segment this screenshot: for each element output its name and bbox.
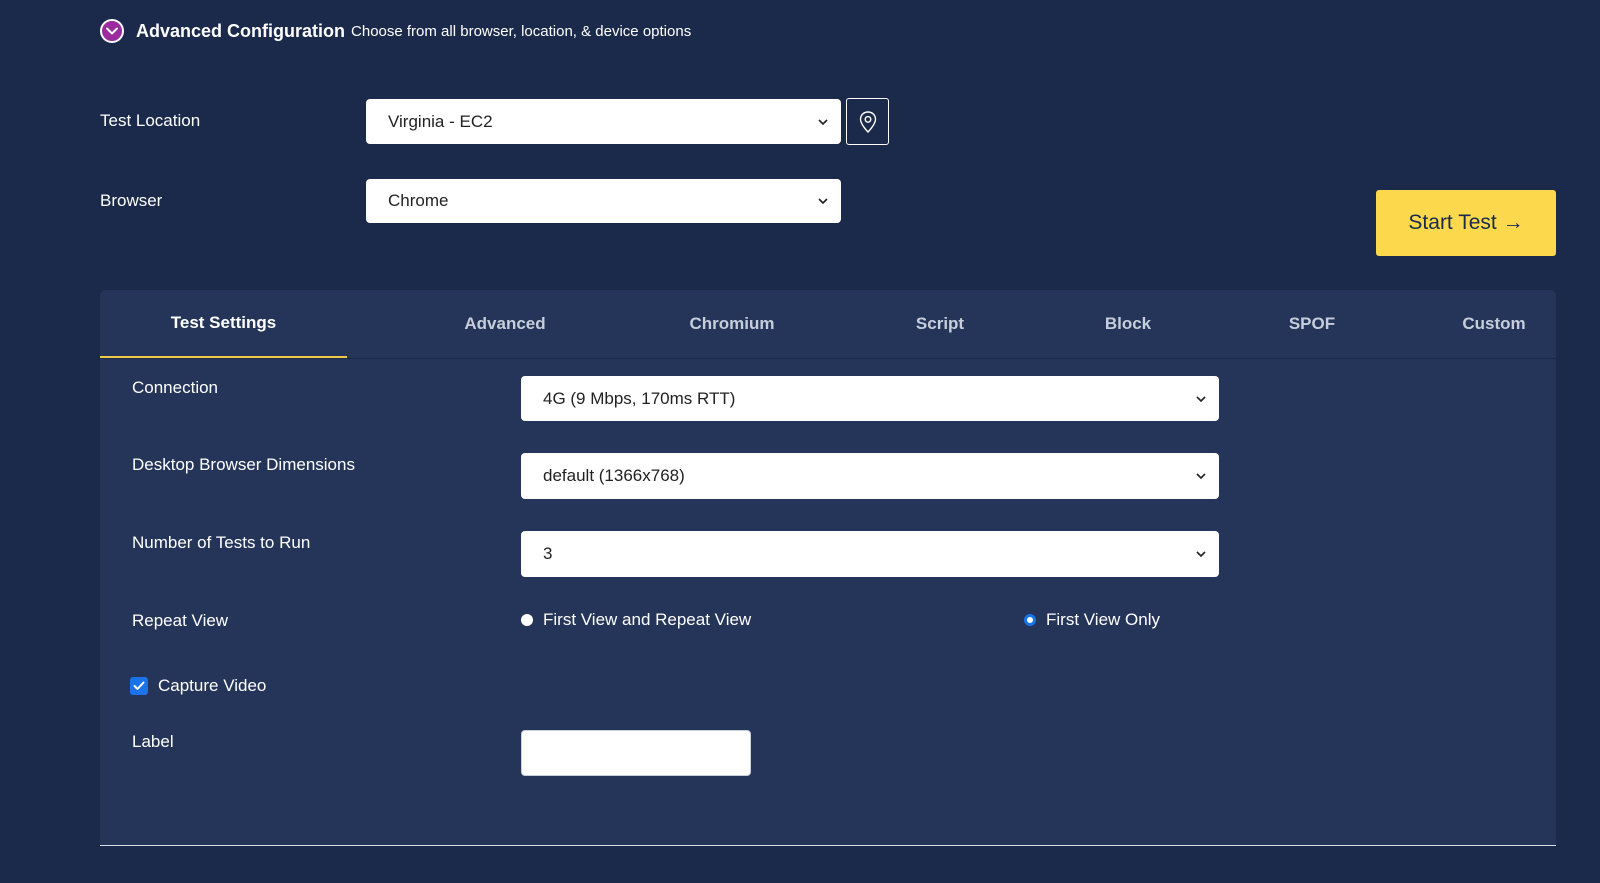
location-map-button[interactable] <box>846 98 889 145</box>
browser-select[interactable]: Chrome <box>366 179 841 223</box>
dimensions-label: Desktop Browser Dimensions <box>132 455 355 474</box>
chevron-down-icon <box>818 198 828 205</box>
checkbox-checked-icon <box>130 677 148 695</box>
chevron-down-icon <box>1196 473 1206 480</box>
connection-select[interactable]: 4G (9 Mbps, 170ms RTT) <box>521 376 1219 421</box>
collapse-toggle-button[interactable] <box>100 19 124 43</box>
repeat-view-label: Repeat View <box>132 611 229 630</box>
label-field-label: Label <box>132 732 174 751</box>
advanced-config-header: Advanced Configuration Choose from all b… <box>100 16 691 46</box>
page: Advanced Configuration Choose from all b… <box>0 0 1600 883</box>
connection-label: Connection <box>132 378 219 397</box>
num-tests-select[interactable]: 3 <box>521 531 1219 577</box>
dimensions-value: default (1366x768) <box>543 466 685 485</box>
tab-test-settings[interactable]: Test Settings <box>100 290 347 358</box>
radio-checked-icon <box>1024 614 1036 626</box>
chevron-down-icon <box>106 27 118 35</box>
num-tests-value: 3 <box>543 544 553 563</box>
tab-custom[interactable]: Custom <box>1404 290 1584 358</box>
tab-advanced[interactable]: Advanced <box>430 290 580 358</box>
advanced-config-subtitle: Choose from all browser, location, & dev… <box>351 22 692 40</box>
radio-first-and-repeat-view[interactable]: First View and Repeat View <box>521 610 751 630</box>
radio-first-and-repeat-label: First View and Repeat View <box>543 610 752 629</box>
test-location-value: Virginia - EC2 <box>388 111 493 131</box>
capture-video-checkbox[interactable]: Capture Video <box>130 676 266 696</box>
advanced-config-title: Advanced Configuration <box>136 20 346 41</box>
test-location-label: Test Location <box>100 111 201 130</box>
radio-first-view-only-label: First View Only <box>1046 610 1160 629</box>
settings-panel: Test Settings Advanced Chromium Script B… <box>100 290 1556 846</box>
radio-unchecked-icon <box>521 614 533 626</box>
capture-video-label: Capture Video <box>158 676 267 695</box>
tab-chromium[interactable]: Chromium <box>642 290 822 358</box>
chevron-down-icon <box>1196 551 1206 558</box>
start-test-button[interactable]: Start Test → <box>1376 190 1556 256</box>
tab-script[interactable]: Script <box>850 290 1030 358</box>
dimensions-select[interactable]: default (1366x768) <box>521 453 1219 499</box>
settings-tabs: Test Settings Advanced Chromium Script B… <box>100 290 1556 359</box>
label-input[interactable] <box>521 730 751 776</box>
num-tests-label: Number of Tests to Run <box>132 533 311 552</box>
tab-spof[interactable]: SPOF <box>1222 290 1402 358</box>
map-pin-icon <box>859 110 876 133</box>
chevron-down-icon <box>1196 395 1206 402</box>
chevron-down-icon <box>818 118 828 125</box>
connection-value: 4G (9 Mbps, 170ms RTT) <box>543 388 736 408</box>
test-location-select[interactable]: Virginia - EC2 <box>366 99 841 144</box>
tab-block[interactable]: Block <box>1038 290 1218 358</box>
browser-value: Chrome <box>388 191 449 210</box>
radio-first-view-only[interactable]: First View Only <box>1024 610 1160 630</box>
browser-label: Browser <box>100 191 163 210</box>
